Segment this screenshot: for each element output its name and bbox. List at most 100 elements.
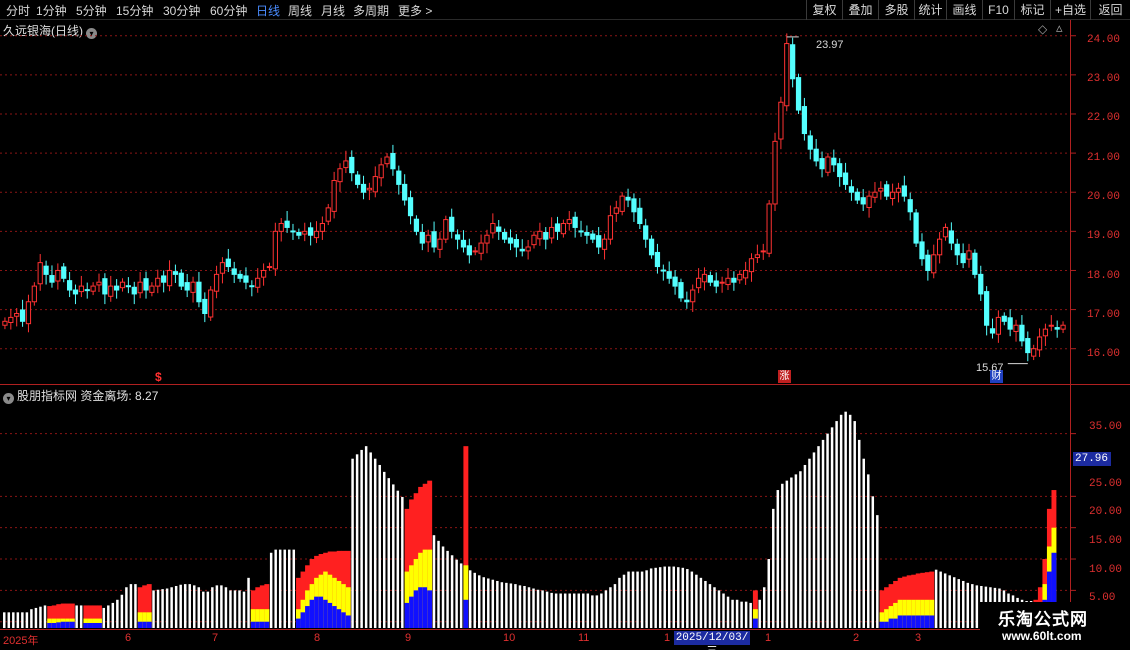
- candle-down: [731, 277, 737, 283]
- white-bar: [30, 609, 33, 628]
- white-bar: [437, 540, 440, 628]
- blue-bar: [409, 596, 415, 628]
- white-bar: [369, 452, 372, 628]
- white-bar: [966, 582, 970, 628]
- white-bar: [360, 449, 363, 628]
- candle-down: [66, 280, 73, 291]
- candle-down: [590, 233, 596, 240]
- white-bar: [591, 595, 594, 628]
- white-bar: [848, 414, 852, 628]
- white-bar: [269, 552, 273, 628]
- candle-up: [490, 223, 496, 234]
- white-bar: [672, 566, 675, 628]
- white-bar: [713, 587, 716, 628]
- white-bar: [772, 508, 775, 628]
- candle-down: [578, 230, 584, 233]
- candle-down: [907, 199, 913, 213]
- white-bar: [373, 458, 377, 628]
- blue-bar: [427, 590, 433, 628]
- candle-up: [701, 273, 708, 283]
- white-bar: [767, 559, 770, 628]
- white-bar: [871, 496, 875, 628]
- blue-bar: [47, 622, 53, 628]
- chart-canvas[interactable]: [0, 0, 1130, 650]
- event-marker-limit-up[interactable]: 涨: [778, 370, 791, 383]
- axis-divider: [1070, 20, 1071, 630]
- white-bar: [12, 612, 15, 628]
- candle-down: [554, 223, 561, 232]
- white-bar: [441, 546, 445, 628]
- white-bar: [717, 590, 721, 628]
- candle-up: [531, 234, 537, 246]
- white-bar: [663, 566, 666, 628]
- white-bar: [744, 601, 748, 628]
- candle-down: [901, 185, 907, 197]
- candle-up: [754, 254, 760, 259]
- candle-down: [790, 44, 796, 80]
- candle-down: [460, 239, 467, 248]
- white-bar: [536, 589, 540, 628]
- white-bar: [876, 515, 879, 628]
- indicator-tick: 15.00: [1089, 535, 1123, 547]
- white-bar: [532, 588, 535, 628]
- white-bar: [948, 575, 951, 628]
- candle-down: [625, 196, 631, 201]
- white-bar: [939, 571, 942, 628]
- white-bar: [731, 599, 734, 628]
- candle-up: [96, 281, 102, 286]
- blue-bar: [336, 609, 342, 628]
- blue-bar: [422, 587, 428, 628]
- blue-bar: [137, 621, 143, 628]
- white-bar: [867, 474, 870, 628]
- white-bar: [704, 580, 707, 628]
- time-label: 1: [765, 632, 772, 644]
- candle-up: [537, 230, 543, 240]
- candle-up: [1042, 328, 1049, 337]
- candle-up: [1060, 324, 1066, 330]
- blue-bar: [893, 618, 899, 628]
- white-bar: [640, 571, 644, 628]
- candle-up: [155, 277, 161, 287]
- white-bar: [197, 587, 201, 628]
- white-bar: [830, 427, 834, 628]
- white-bar: [835, 421, 838, 628]
- candle-down: [43, 265, 49, 275]
- candle-up: [872, 191, 878, 198]
- white-bar: [387, 478, 391, 628]
- candle-down: [978, 273, 984, 295]
- white-bar: [604, 590, 608, 628]
- candle-down: [402, 183, 408, 201]
- white-bar: [667, 566, 671, 628]
- white-bar: [817, 446, 820, 628]
- candle-up: [1036, 336, 1043, 351]
- current-value-box: 27.96: [1073, 452, 1111, 466]
- white-bar: [627, 571, 630, 628]
- candle-up: [108, 285, 114, 297]
- blue-bar: [255, 621, 261, 628]
- candle-down: [666, 271, 672, 279]
- white-bar: [220, 585, 223, 628]
- white-bar: [695, 574, 698, 628]
- candle-down: [807, 135, 813, 150]
- watermark-url: www.60lt.com: [1002, 629, 1082, 643]
- white-bar: [500, 582, 504, 628]
- event-marker-dollar[interactable]: $: [155, 370, 162, 384]
- blue-bar: [897, 615, 903, 628]
- white-bar: [708, 584, 712, 628]
- white-bar: [233, 590, 237, 628]
- time-label: 7: [212, 632, 219, 644]
- candle-up: [366, 187, 373, 191]
- candle-down: [284, 220, 290, 228]
- white-bar: [857, 439, 861, 628]
- candle-down: [196, 281, 202, 303]
- candle-down: [413, 218, 420, 232]
- white-bar: [722, 593, 725, 628]
- white-bar: [3, 612, 6, 628]
- candle-up: [166, 269, 173, 287]
- white-bar: [568, 593, 571, 628]
- white-bar: [446, 550, 449, 628]
- candle-up: [936, 238, 943, 256]
- price-tick: 20.00: [1087, 191, 1121, 203]
- candle-up: [695, 277, 702, 289]
- white-bar: [401, 496, 404, 628]
